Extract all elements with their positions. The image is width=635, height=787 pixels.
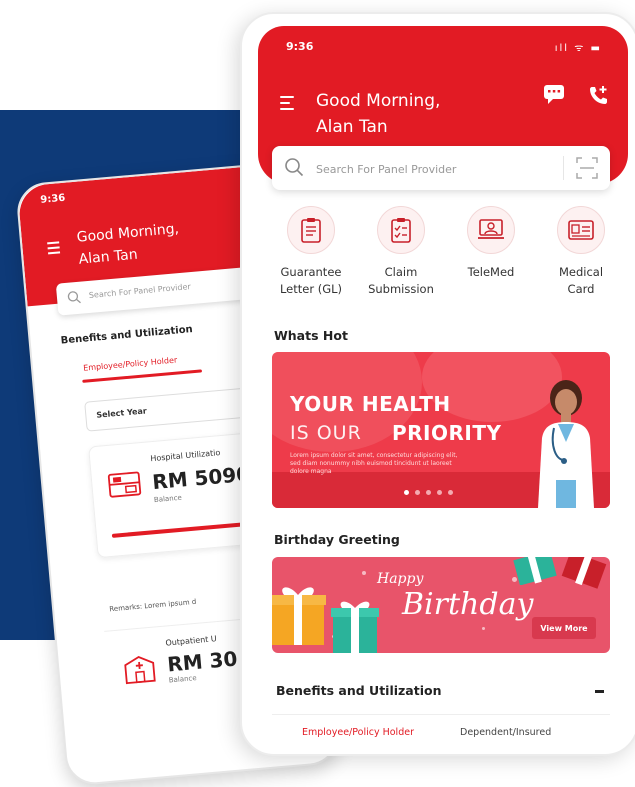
back-remarks: Remarks: Lorem ipsum d — [108, 597, 197, 614]
confetti — [362, 571, 366, 575]
tab-dependent[interactable]: Dependent/Insured — [460, 727, 551, 738]
service-icon-circle — [377, 206, 425, 254]
carousel-dots — [404, 490, 453, 495]
back-benefits-title: Benefits and Utilization — [60, 324, 194, 347]
gift-box-icon — [272, 587, 326, 645]
qr-scan-icon[interactable] — [576, 157, 598, 179]
back-hospital-amount: RM 5090 — [151, 461, 252, 495]
birthday-title: Birthday Greeting — [274, 532, 400, 547]
gift-box-icon — [331, 601, 379, 653]
carousel-dot[interactable] — [448, 490, 453, 495]
service-label: Guarantee Letter (GL) — [279, 265, 343, 296]
doctor-illustration-icon — [538, 380, 594, 508]
clipboard-icon — [301, 218, 321, 243]
search-icon — [67, 291, 81, 304]
search-icon — [285, 158, 304, 177]
emergency-call-icon[interactable] — [588, 84, 610, 106]
service-guarantee-letter[interactable]: Guarantee Letter (GL) — [268, 206, 354, 298]
back-menu-icon[interactable] — [47, 241, 61, 257]
back-outpatient-amount: RM 30 — [166, 646, 239, 677]
whats-hot-banner[interactable]: YOUR HEALTH IS OUR PRIORITY Lorem ipsum … — [272, 352, 610, 508]
back-search-placeholder: Search For Panel Provider — [88, 282, 192, 300]
status-icons: ıll ᯤ ▬ — [554, 43, 602, 54]
checklist-icon — [391, 218, 411, 243]
card-icon — [568, 220, 594, 240]
service-label: Medical Card — [558, 265, 604, 296]
carousel-dot[interactable] — [437, 490, 442, 495]
banner-body-text: Lorem ipsum dolor sit amet, consectetur … — [290, 452, 458, 475]
banner-headline-2a: IS OUR — [290, 422, 362, 444]
happy-text: Happy — [377, 571, 424, 587]
benefits-title: Benefits and Utilization — [276, 683, 442, 698]
whats-hot-title: Whats Hot — [274, 328, 348, 343]
birthday-text: Birthday — [402, 587, 534, 622]
benefits-tabs: Employee/Policy Holder Dependent/Insured — [272, 714, 610, 754]
search-input[interactable] — [314, 158, 548, 180]
menu-icon[interactable] — [280, 96, 294, 114]
banner-headline-1: YOUR HEALTH — [290, 392, 451, 416]
back-outpatient-sub: Balance — [168, 674, 197, 685]
confetti — [482, 627, 485, 630]
back-hospital-caption: Hospital Utilizatio — [149, 448, 221, 464]
back-select-year-label: Select Year — [95, 406, 148, 420]
gift-box-icon — [513, 557, 557, 585]
greeting: Good Morning, Alan Tan — [316, 88, 440, 140]
carousel-dot[interactable] — [426, 490, 431, 495]
back-tab-indicator — [82, 369, 203, 383]
greeting-line1: Good Morning, — [316, 91, 441, 111]
status-time: 9:36 — [286, 40, 314, 53]
service-icon-circle — [467, 206, 515, 254]
tab-employee[interactable]: Employee/Policy Holder — [302, 727, 414, 738]
greeting-line2: Alan Tan — [316, 117, 388, 137]
service-claim-submission[interactable]: Claim Submission — [358, 206, 444, 298]
back-hospital-sub: Balance — [153, 493, 183, 505]
service-label: Claim Submission — [368, 265, 434, 296]
carousel-dot[interactable] — [415, 490, 420, 495]
search-divider — [563, 156, 564, 180]
carousel-dot[interactable] — [404, 490, 409, 495]
banner-headline-2b: PRIORITY — [392, 421, 502, 445]
services-row: Guarantee Letter (GL) Claim Submission Tel… — [268, 206, 614, 306]
telemed-icon — [478, 219, 504, 239]
gift-box-icon — [561, 557, 607, 589]
back-outpatient-caption: Outpatient U — [165, 634, 218, 648]
back-status-time: 9:36 — [39, 192, 66, 206]
view-more-button[interactable]: View More — [532, 617, 596, 639]
search-bar[interactable] — [272, 146, 610, 190]
hospital-bed-icon — [107, 471, 142, 498]
back-greeting: Good Morning, Alan Tan — [76, 218, 182, 271]
front-phone-mockup: 9:36 ıll ᯤ ▬ Good Morning, Alan Tan Guar… — [240, 12, 635, 756]
service-icon-circle — [287, 206, 335, 254]
back-tab-employee[interactable]: Employee/Policy Holder — [83, 356, 178, 373]
collapse-icon[interactable] — [595, 690, 604, 693]
service-label: TeleMed — [467, 265, 515, 279]
chat-icon[interactable] — [543, 84, 567, 106]
service-icon-circle — [557, 206, 605, 254]
service-telemed[interactable]: TeleMed — [448, 206, 534, 281]
service-medical-card[interactable]: Medical Card — [538, 206, 624, 298]
clinic-icon — [124, 656, 156, 685]
birthday-banner[interactable]: Happy Birthday View More — [272, 557, 610, 653]
